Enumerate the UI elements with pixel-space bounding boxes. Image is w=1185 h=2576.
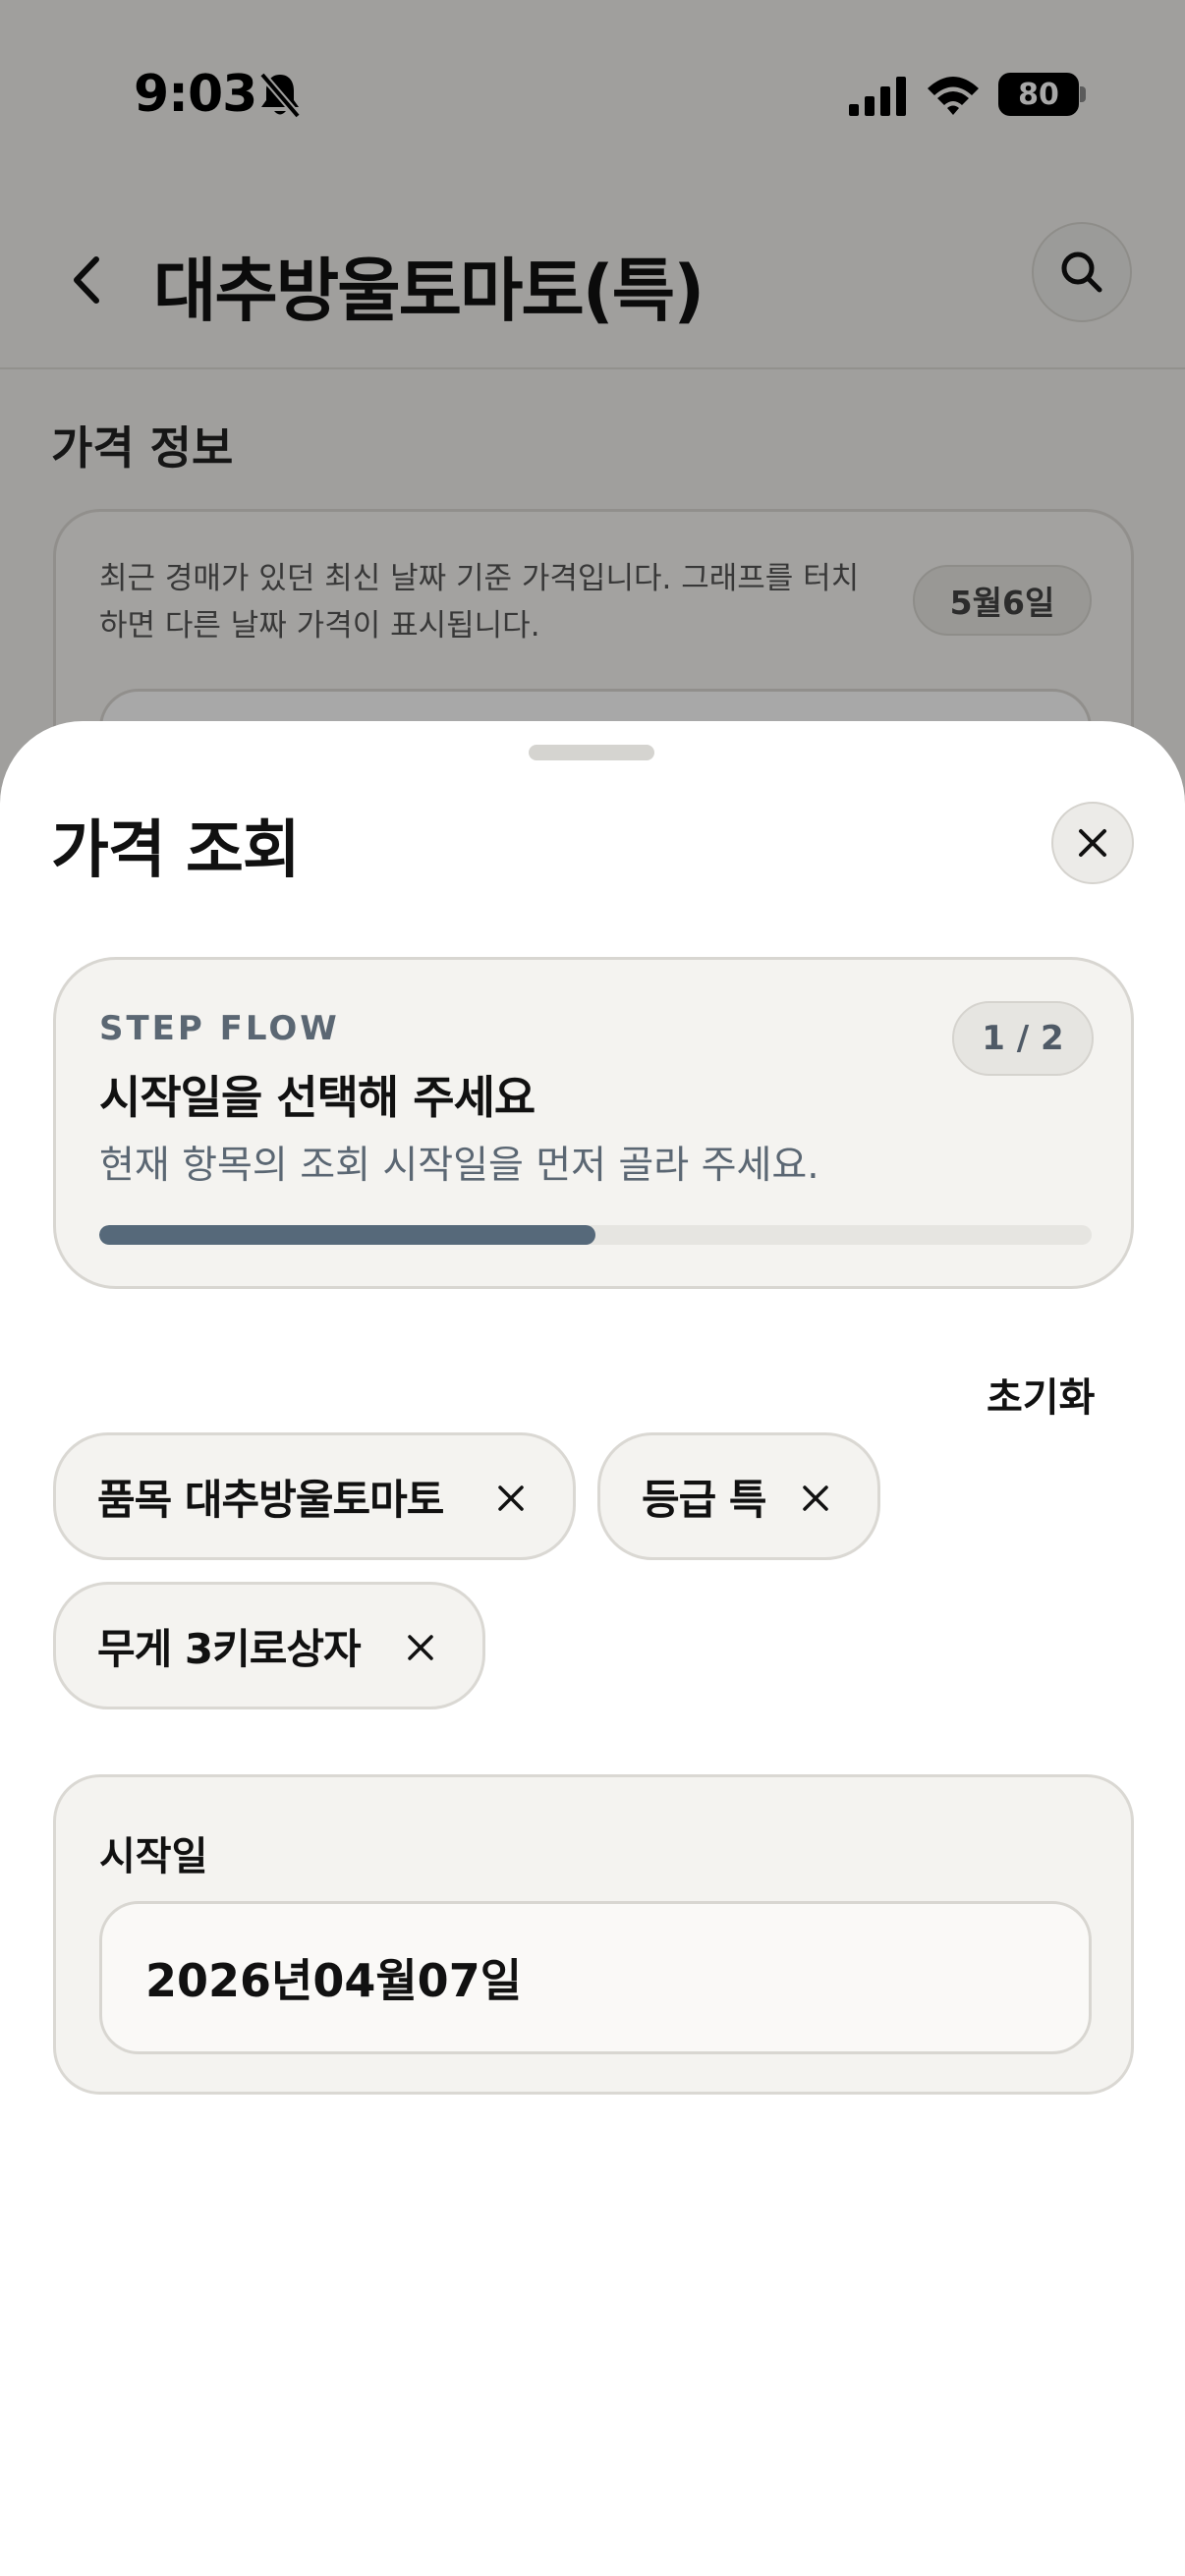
remove-chip-icon[interactable] xyxy=(400,1627,441,1668)
chip-label: 품목 대추방울토마토 xyxy=(97,1475,444,1524)
step-label: STEP FLOW xyxy=(99,1009,340,1048)
step-progress-bar xyxy=(99,1225,1092,1245)
start-date-field[interactable]: 2026년04월07일 xyxy=(99,1901,1092,2054)
step-heading: 시작일을 선택해 주세요 xyxy=(99,1071,536,1124)
chip-label: 등급 특 xyxy=(642,1475,767,1524)
step-progress-fill xyxy=(99,1225,595,1245)
sheet-title: 가격 조회 xyxy=(51,814,301,887)
remove-chip-icon[interactable] xyxy=(490,1478,532,1519)
start-date-card: 시작일 2026년04월07일 xyxy=(53,1774,1134,2095)
start-date-label: 시작일 xyxy=(99,1834,208,1879)
filter-chip-item[interactable]: 품목 대추방울토마토 xyxy=(53,1432,576,1560)
step-description: 현재 항목의 조회 시작일을 먼저 골라 주세요. xyxy=(99,1144,819,1188)
sheet-grabber[interactable] xyxy=(529,745,654,760)
filter-chip-grade[interactable]: 등급 특 xyxy=(597,1432,880,1560)
close-button[interactable] xyxy=(1051,802,1134,884)
step-flow-card: STEP FLOW 시작일을 선택해 주세요 현재 항목의 조회 시작일을 먼저… xyxy=(53,957,1134,1289)
step-counter: 1 / 2 xyxy=(952,1001,1094,1076)
close-icon xyxy=(1079,829,1106,857)
filter-chip-weight[interactable]: 무게 3키로상자 xyxy=(53,1582,485,1709)
chip-label: 무게 3키로상자 xyxy=(97,1624,362,1673)
bottom-sheet: 가격 조회 STEP FLOW 시작일을 선택해 주세요 현재 항목의 조회 시… xyxy=(0,721,1185,2576)
reset-button[interactable]: 초기화 xyxy=(987,1366,1095,1423)
remove-chip-icon[interactable] xyxy=(795,1478,836,1519)
